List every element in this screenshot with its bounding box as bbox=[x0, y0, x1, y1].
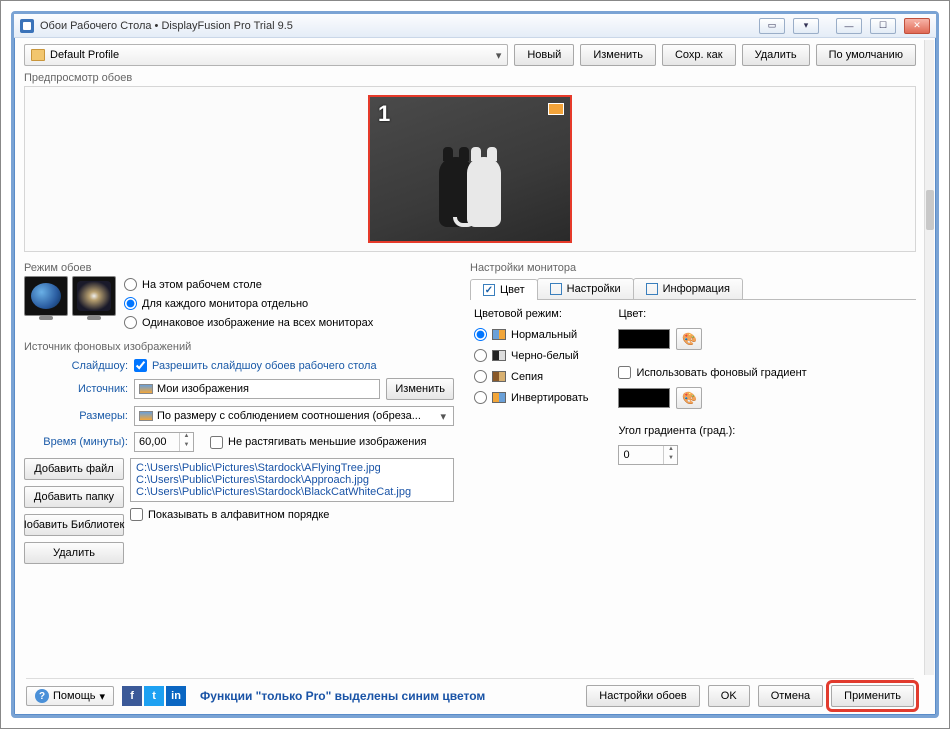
tab-settings[interactable]: Настройки bbox=[537, 278, 634, 299]
file-item[interactable]: C:\Users\Public\Pictures\Stardock\BlackC… bbox=[136, 486, 448, 498]
color-mode-normal[interactable]: Нормальный bbox=[474, 328, 588, 341]
twitter-icon[interactable]: t bbox=[144, 686, 164, 706]
delete-file-button[interactable]: Удалить bbox=[24, 542, 124, 564]
titlebar: Обои Рабочего Стола • DisplayFusion Pro … bbox=[14, 14, 936, 38]
angle-label: Угол градиента (град.): bbox=[618, 425, 806, 437]
cat-white-illustration bbox=[467, 157, 501, 227]
save-as-button[interactable]: Сохр. как bbox=[662, 44, 736, 66]
add-folder-button[interactable]: Добавить папку bbox=[24, 486, 124, 508]
image-icon bbox=[139, 384, 153, 394]
new-button[interactable]: Новый bbox=[514, 44, 574, 66]
preview-label: Предпросмотр обоев bbox=[24, 72, 916, 84]
mode-radio-same-all[interactable]: Одинаковое изображение на всех мониторах bbox=[124, 316, 373, 329]
mode-label: Режим обоев bbox=[24, 262, 454, 274]
color-swatch-primary[interactable] bbox=[618, 329, 670, 349]
preview-area: 1 bbox=[24, 86, 916, 252]
profile-icon bbox=[31, 49, 45, 61]
source-combo[interactable]: Мои изображения bbox=[134, 379, 380, 399]
file-item[interactable]: C:\Users\Public\Pictures\Stardock\AFlyin… bbox=[136, 462, 448, 474]
facebook-icon[interactable]: f bbox=[122, 686, 142, 706]
ok-button[interactable]: OK bbox=[708, 685, 750, 707]
color-mode-label: Цветовой режим: bbox=[474, 308, 588, 320]
file-list[interactable]: C:\Users\Public\Pictures\Stardock\AFlyin… bbox=[130, 458, 454, 502]
wallpaper-settings-button[interactable]: Настройки обоев bbox=[586, 685, 700, 707]
delete-profile-button[interactable]: Удалить bbox=[742, 44, 810, 66]
color-picker-button[interactable]: 🎨 bbox=[676, 328, 702, 350]
file-item[interactable]: C:\Users\Public\Pictures\Stardock\Approa… bbox=[136, 474, 448, 486]
checkmark-icon: ✓ bbox=[483, 284, 495, 296]
color-picker-button-2[interactable]: 🎨 bbox=[676, 387, 702, 409]
monitor-thumbnail-1[interactable]: 1 bbox=[368, 95, 572, 243]
time-label: Время (минуты): bbox=[24, 436, 128, 448]
chevron-down-icon: ▾ bbox=[437, 410, 449, 423]
sizes-combo[interactable]: По размеру с соблюдением соотношения (об… bbox=[134, 406, 454, 426]
alpha-sort-checkbox[interactable]: Показывать в алфавитном порядке bbox=[130, 508, 454, 521]
profile-select[interactable]: Default Profile ▾ bbox=[24, 44, 508, 66]
color-invert-icon bbox=[492, 392, 506, 403]
tab-info[interactable]: Информация bbox=[633, 278, 743, 299]
source-field-label: Источник: bbox=[24, 383, 128, 395]
monitor-number: 1 bbox=[378, 101, 390, 127]
color-normal-icon bbox=[492, 329, 506, 340]
add-library-button[interactable]: Іобавить Библиотек bbox=[24, 514, 124, 536]
color-mode-bw[interactable]: Черно-белый bbox=[474, 349, 588, 362]
apply-button[interactable]: Применить bbox=[831, 685, 914, 707]
edit-button[interactable]: Изменить bbox=[580, 44, 656, 66]
minimize-button[interactable]: — bbox=[836, 18, 862, 34]
app-icon bbox=[20, 19, 34, 33]
image-icon bbox=[139, 411, 153, 421]
tab-color[interactable]: ✓Цвет bbox=[470, 279, 538, 300]
help-icon: ? bbox=[35, 689, 49, 703]
color-mode-sepia[interactable]: Сепия bbox=[474, 370, 588, 383]
no-stretch-checkbox[interactable]: Не растягивать меньшие изображения bbox=[210, 436, 426, 449]
change-source-button[interactable]: Изменить bbox=[386, 378, 454, 400]
linkedin-icon[interactable]: in bbox=[166, 686, 186, 706]
chevron-down-icon: ▾ bbox=[496, 49, 502, 62]
color-sepia-icon bbox=[492, 371, 506, 382]
slideshow-label: Слайдшоу: bbox=[24, 360, 128, 372]
mode-thumb-galaxy[interactable] bbox=[72, 276, 116, 316]
color-mode-invert[interactable]: Инвертировать bbox=[474, 391, 588, 404]
angle-spinner[interactable]: 0▲▼ bbox=[618, 445, 678, 465]
color-label: Цвет: bbox=[618, 308, 806, 320]
image-badge-icon bbox=[548, 103, 564, 115]
aux-button-1[interactable]: ▭ bbox=[759, 18, 785, 34]
scrollbar-vertical[interactable] bbox=[924, 40, 934, 675]
mode-radio-this-desktop[interactable]: На этом рабочем столе bbox=[124, 278, 373, 291]
mode-radio-each-monitor[interactable]: Для каждого монитора отдельно bbox=[124, 297, 373, 310]
monitor-settings-label: Настройки монитора bbox=[470, 262, 916, 274]
close-button[interactable]: ✕ bbox=[904, 18, 930, 34]
profile-selected: Default Profile bbox=[50, 49, 119, 61]
cancel-button[interactable]: Отмена bbox=[758, 685, 823, 707]
help-button[interactable]: ?Помощь▾ bbox=[26, 686, 114, 706]
default-button[interactable]: По умолчанию bbox=[816, 44, 916, 66]
pro-note: Функции "только Pro" выделены синим цвет… bbox=[200, 689, 485, 703]
sizes-label: Размеры: bbox=[24, 410, 128, 422]
slideshow-checkbox[interactable]: Разрешить слайдшоу обоев рабочего стола bbox=[134, 359, 377, 372]
mode-thumb-earth[interactable] bbox=[24, 276, 68, 316]
checkbox-empty-icon bbox=[550, 283, 562, 295]
gradient-checkbox[interactable]: Использовать фоновый градиент bbox=[618, 366, 806, 379]
add-file-button[interactable]: Добавить файл bbox=[24, 458, 124, 480]
chevron-down-icon: ▾ bbox=[100, 690, 106, 703]
checkbox-empty-icon bbox=[646, 283, 658, 295]
time-spinner[interactable]: 60,00▲▼ bbox=[134, 432, 194, 452]
apply-highlight: Применить bbox=[826, 680, 919, 712]
color-swatch-secondary[interactable] bbox=[618, 388, 670, 408]
maximize-button[interactable]: ☐ bbox=[870, 18, 896, 34]
source-label: Источник фоновых изображений bbox=[24, 341, 454, 353]
window-title: Обои Рабочего Стола • DisplayFusion Pro … bbox=[40, 20, 753, 32]
aux-button-2[interactable]: ▾ bbox=[793, 18, 819, 34]
color-bw-icon bbox=[492, 350, 506, 361]
